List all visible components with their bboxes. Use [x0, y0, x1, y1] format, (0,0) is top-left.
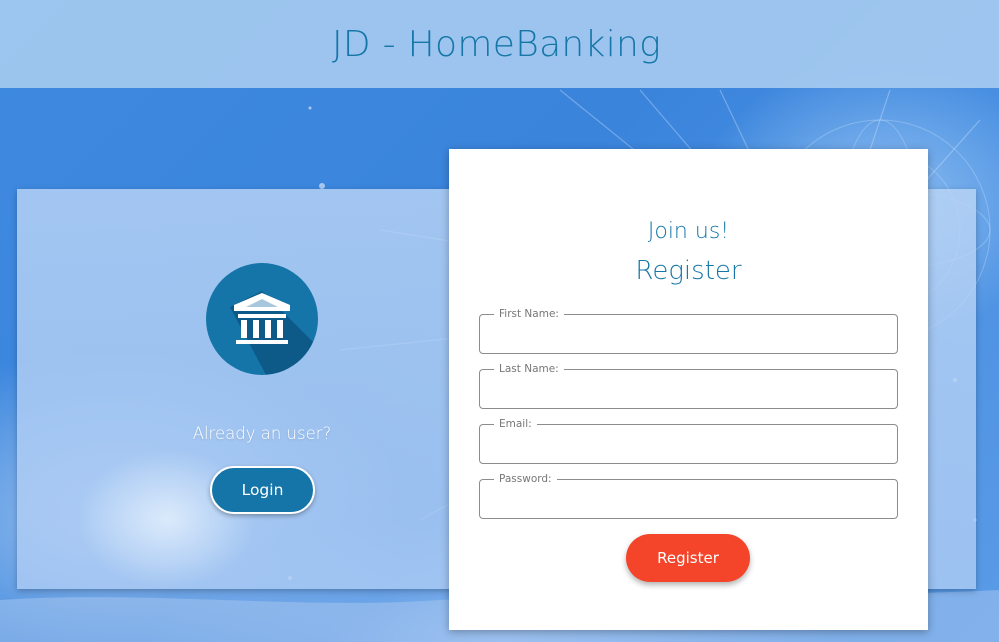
register-button[interactable]: Register: [626, 534, 750, 582]
last-name-label: Last Name:: [494, 362, 564, 376]
last-name-field: Last Name:: [479, 362, 898, 409]
bank-building-icon: [206, 263, 318, 375]
first-name-label: First Name:: [494, 307, 564, 321]
password-label: Password:: [494, 472, 557, 486]
already-user-text: Already an user?: [192, 424, 332, 443]
email-field: Email:: [479, 417, 898, 464]
email-label: Email:: [494, 417, 537, 431]
first-name-field: First Name:: [479, 307, 898, 354]
register-card: Join us! Register First Name: Last Name:…: [449, 149, 928, 630]
join-us-subtitle: Join us!: [647, 219, 730, 244]
email-input[interactable]: [490, 435, 885, 457]
last-name-input[interactable]: [490, 380, 885, 402]
app-header: JD - HomeBanking: [0, 0, 999, 88]
password-input[interactable]: [490, 490, 885, 512]
password-field: Password:: [479, 472, 898, 519]
page-title: JD - HomeBanking: [331, 23, 662, 65]
register-title: Register: [635, 256, 742, 286]
login-button[interactable]: Login: [210, 466, 315, 514]
first-name-input[interactable]: [490, 325, 885, 347]
